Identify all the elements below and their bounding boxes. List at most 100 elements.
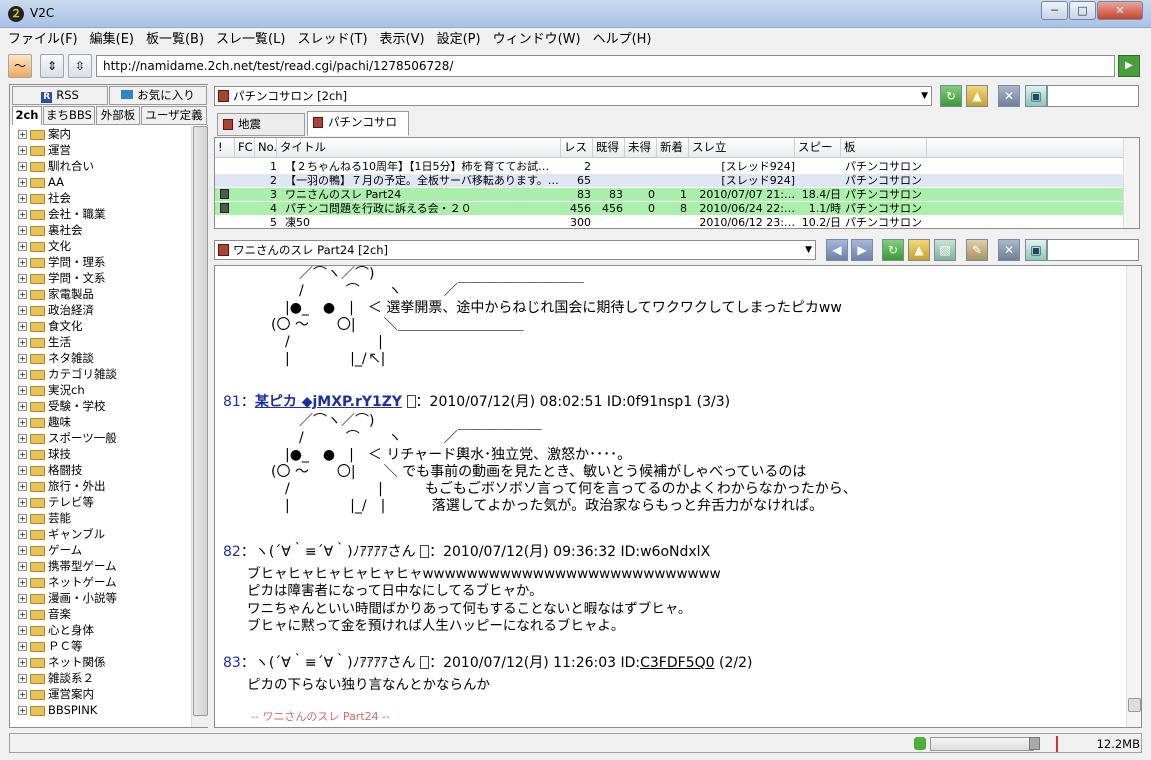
- col-no[interactable]: No.: [255, 138, 277, 158]
- refresh-icon[interactable]: ↻: [882, 239, 904, 261]
- res-number[interactable]: 81: [223, 394, 241, 410]
- menu-thread[interactable]: スレッド(T): [293, 29, 371, 50]
- expand-icon[interactable]: +: [18, 178, 27, 187]
- menu-edit[interactable]: 編集(E): [86, 29, 138, 50]
- expand-icon[interactable]: +: [18, 546, 27, 555]
- tree-item[interactable]: + ネタ雑談: [10, 350, 190, 366]
- tab-2ch[interactable]: 2ch: [12, 106, 42, 125]
- res-name[interactable]: ：ヽ(´∀｀≡´∀｀)ﾉｱｱｱｱさん: [241, 544, 416, 560]
- thread-list-row[interactable]: 5 凍50 300 2010/06/12 23:… 10.2/日 パチンコサロン: [215, 216, 1127, 228]
- tree-item[interactable]: + 心と身体: [10, 622, 190, 638]
- col-speed[interactable]: スピード: [795, 138, 841, 173]
- tree-item[interactable]: + 雑談系２: [10, 670, 190, 686]
- menu-view[interactable]: 表示(V): [376, 29, 429, 50]
- expand-icon[interactable]: +: [18, 706, 27, 715]
- tree-item[interactable]: + 携帯型ゲーム: [10, 558, 190, 574]
- stop-icon[interactable]: [1029, 737, 1040, 750]
- expand-icon[interactable]: +: [18, 402, 27, 411]
- close-icon[interactable]: ✕: [998, 239, 1020, 261]
- expand-icon[interactable]: +: [18, 626, 27, 635]
- compose-icon[interactable]: ▧: [934, 239, 956, 261]
- expand-icon[interactable]: +: [18, 450, 27, 459]
- tree-item[interactable]: + 趣味: [10, 414, 190, 430]
- col-board[interactable]: 板: [841, 138, 927, 158]
- tree-item[interactable]: + 音楽: [10, 606, 190, 622]
- prev-icon[interactable]: ◀: [826, 239, 848, 261]
- expand-icon[interactable]: +: [18, 210, 27, 219]
- res-number[interactable]: 82: [223, 544, 241, 560]
- expand-icon[interactable]: +: [18, 290, 27, 299]
- thread-select[interactable]: ワニさんのスレ Part24 [2ch] ▼: [214, 240, 816, 260]
- expand-icon[interactable]: +: [18, 530, 27, 539]
- tree-item[interactable]: + 馴れ合い: [10, 158, 190, 174]
- collapse-icon[interactable]: ⇕: [40, 54, 64, 78]
- tree-item[interactable]: + ネットゲーム: [10, 574, 190, 590]
- tab-jishin[interactable]: 地震headline: [217, 113, 305, 152]
- expand-icon[interactable]: +: [18, 610, 27, 619]
- thread-scrollbar[interactable]: [1126, 266, 1141, 727]
- expand-icon[interactable]: +: [18, 498, 27, 507]
- expand-icon[interactable]: +: [18, 370, 27, 379]
- tree-item[interactable]: + 会社・職業: [10, 206, 190, 222]
- tree-item[interactable]: + 芸能: [10, 510, 190, 526]
- expand-icon[interactable]: +: [18, 386, 27, 395]
- tree-item[interactable]: + 学問・理系: [10, 254, 190, 270]
- res-number[interactable]: 83: [223, 655, 241, 671]
- tree-item[interactable]: + 運営: [10, 142, 190, 158]
- col-date[interactable]: スレ立: [689, 138, 795, 158]
- expand-icon[interactable]: +: [18, 642, 27, 651]
- expand-icon[interactable]: +: [18, 594, 27, 603]
- menu-threadlist[interactable]: スレ一覧(L): [212, 29, 289, 50]
- minimize-button[interactable]: ─: [1041, 1, 1068, 20]
- tree-item[interactable]: + 格闘技: [10, 462, 190, 478]
- thread-list-row[interactable]: 4 パチンコ問題を行政に訴える会・２０ 456 456 0 8 2010/06/24 22:…: [215, 202, 1127, 215]
- expand-icon[interactable]: +: [18, 690, 27, 699]
- tree-item[interactable]: + ゲーム: [10, 542, 190, 558]
- expand-icon[interactable]: +: [18, 562, 27, 571]
- board-search-input[interactable]: [1047, 85, 1139, 107]
- menu-settings[interactable]: 設定(P): [433, 29, 485, 50]
- up-icon[interactable]: ▲: [908, 239, 930, 261]
- expand-icon[interactable]: +: [18, 242, 27, 251]
- list-scrollbar[interactable]: [1123, 138, 1139, 228]
- col-got[interactable]: 既得: [593, 138, 625, 158]
- thread-list-row[interactable]: 3 ワニさんのスレ Part24 83 83 0 1 2010/07/07 21:… 18.4…: [215, 188, 1127, 201]
- tree-item[interactable]: + カテゴリ雑談: [10, 366, 190, 382]
- tree-item[interactable]: + 学問・文系: [10, 270, 190, 286]
- expand-icon[interactable]: +: [18, 578, 27, 587]
- tree-item[interactable]: + 社会: [10, 190, 190, 206]
- tree-item[interactable]: + 家電製品: [10, 286, 190, 302]
- updown-icon[interactable]: ⇳: [68, 54, 92, 78]
- tree-item[interactable]: + 受験・学校: [10, 398, 190, 414]
- expand-icon[interactable]: +: [18, 162, 27, 171]
- next-icon[interactable]: ▶: [851, 239, 873, 261]
- tree-item[interactable]: + 球技: [10, 446, 190, 462]
- col-res[interactable]: レス: [561, 138, 593, 158]
- thread-list-row[interactable]: 2 【一羽の鴨】７月の予定。全板サーバ移転あります。… 65 [スレッド924] パチン…: [215, 174, 1127, 187]
- chart-icon[interactable]: 〜: [8, 54, 32, 78]
- refresh-icon[interactable]: ↻: [940, 85, 962, 107]
- menu-window[interactable]: ウィンドウ(W): [489, 29, 585, 50]
- tab-rss[interactable]: R RSS: [12, 86, 108, 105]
- tree-item[interactable]: + 案内: [10, 126, 190, 142]
- col-new[interactable]: 新着: [657, 138, 689, 158]
- search-icon[interactable]: ▣: [1025, 85, 1047, 107]
- col-unread[interactable]: 未得: [625, 138, 657, 158]
- expand-icon[interactable]: +: [18, 418, 27, 427]
- up-icon[interactable]: ▲: [966, 85, 988, 107]
- col-mark[interactable]: !: [215, 138, 235, 158]
- expand-icon[interactable]: +: [18, 482, 27, 491]
- expand-icon[interactable]: +: [18, 146, 27, 155]
- expand-icon[interactable]: +: [18, 674, 27, 683]
- tree-item[interactable]: + ネット関係: [10, 654, 190, 670]
- expand-icon[interactable]: +: [18, 658, 27, 667]
- res-name[interactable]: ：ヽ(´∀｀≡´∀｀)ﾉｱｱｱｱさん: [241, 655, 416, 671]
- tree-item[interactable]: + テレビ等: [10, 494, 190, 510]
- tree-item[interactable]: + 実況ch: [10, 382, 190, 398]
- tab-machibbs[interactable]: まちBBS: [43, 106, 95, 125]
- tree-item[interactable]: + 旅行・外出: [10, 478, 190, 494]
- tree-item[interactable]: + 食文化: [10, 318, 190, 334]
- maximize-button[interactable]: □: [1069, 1, 1096, 20]
- tab-favorites[interactable]: お気に入り: [109, 86, 207, 105]
- tree-item[interactable]: + 裏社会: [10, 222, 190, 238]
